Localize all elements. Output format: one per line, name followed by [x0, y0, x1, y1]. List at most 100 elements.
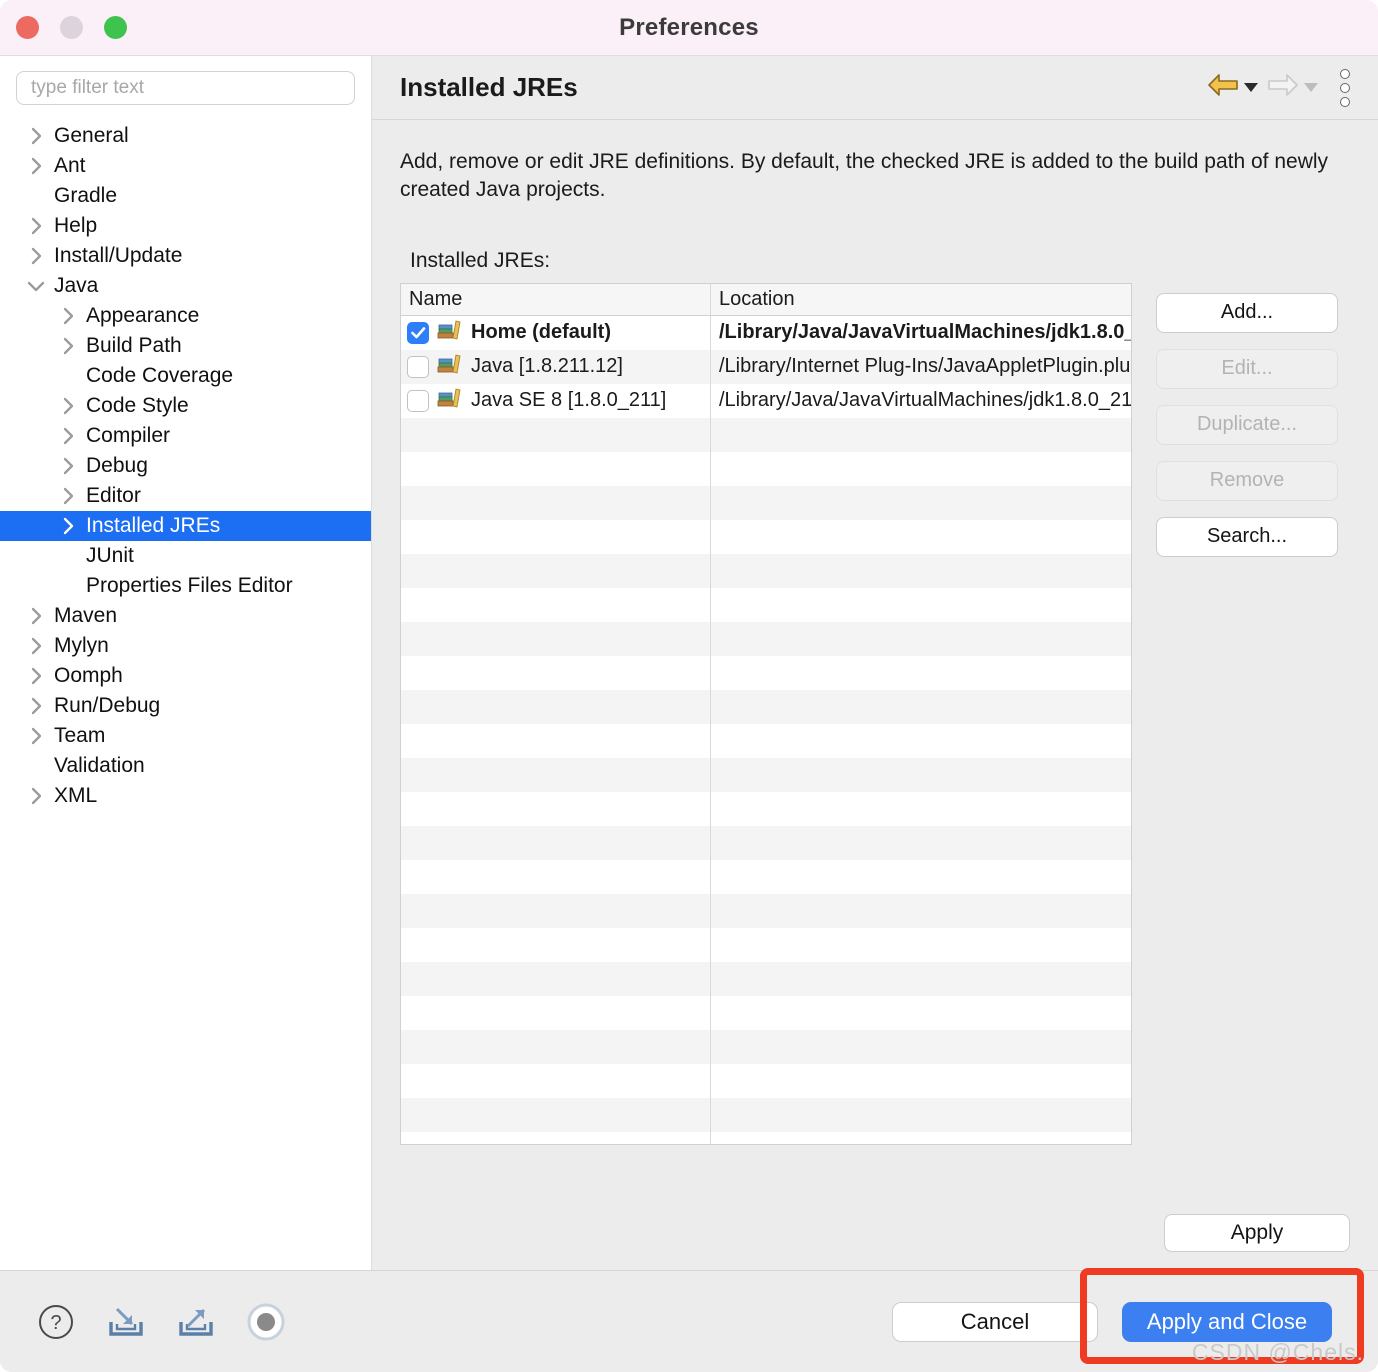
- chevron-right-icon[interactable]: [22, 247, 50, 265]
- sidebar-item-label: Java: [50, 274, 98, 298]
- sidebar-item-compiler[interactable]: Compiler: [0, 421, 371, 451]
- jre-name-cell: [401, 1064, 711, 1098]
- jre-name-cell: [401, 928, 711, 962]
- column-header-name[interactable]: Name: [401, 284, 711, 315]
- help-icon[interactable]: ?: [34, 1300, 78, 1344]
- sidebar-item-mylyn[interactable]: Mylyn: [0, 631, 371, 661]
- export-icon[interactable]: [174, 1300, 218, 1344]
- table-empty-row: [401, 792, 1131, 826]
- sidebar-item-ant[interactable]: Ant: [0, 151, 371, 181]
- chevron-right-icon[interactable]: [54, 457, 82, 475]
- chevron-right-icon[interactable]: [54, 427, 82, 445]
- jre-default-checkbox[interactable]: [407, 322, 429, 344]
- jre-name-cell: [401, 622, 711, 656]
- sidebar-item-label: Editor: [82, 484, 141, 508]
- sidebar-item-appearance[interactable]: Appearance: [0, 301, 371, 331]
- sidebar-item-label: Appearance: [82, 304, 199, 328]
- sidebar-item-debug[interactable]: Debug: [0, 451, 371, 481]
- chevron-right-icon[interactable]: [54, 337, 82, 355]
- chevron-right-icon[interactable]: [22, 157, 50, 175]
- filter-input[interactable]: [16, 71, 355, 105]
- forward-dropdown-caret[interactable]: [1304, 83, 1318, 92]
- sidebar-item-junit[interactable]: JUnit: [0, 541, 371, 571]
- jre-location-cell: [711, 588, 1131, 622]
- chevron-right-icon[interactable]: [22, 127, 50, 145]
- sidebar-item-label: Ant: [50, 154, 86, 178]
- import-icon[interactable]: [104, 1300, 148, 1344]
- chevron-down-icon[interactable]: [22, 280, 50, 293]
- jre-name-cell: [401, 860, 711, 894]
- record-icon[interactable]: [244, 1300, 288, 1344]
- search-button[interactable]: Search...: [1156, 517, 1338, 557]
- page-description: Add, remove or edit JRE definitions. By …: [400, 148, 1350, 205]
- chevron-right-icon[interactable]: [54, 517, 82, 535]
- sidebar-item-general[interactable]: General: [0, 121, 371, 151]
- footer-buttons: Cancel Apply and Close: [892, 1302, 1354, 1342]
- jre-location-cell: [711, 792, 1131, 826]
- back-dropdown-caret[interactable]: [1244, 83, 1258, 92]
- chevron-right-icon[interactable]: [22, 607, 50, 625]
- chevron-right-icon[interactable]: [22, 637, 50, 655]
- sidebar-item-oomph[interactable]: Oomph: [0, 661, 371, 691]
- jre-name-cell: [401, 792, 711, 826]
- sidebar-item-install-update[interactable]: Install/Update: [0, 241, 371, 271]
- traffic-lights: [16, 16, 127, 39]
- cancel-button[interactable]: Cancel: [892, 1302, 1098, 1342]
- minimize-window-button[interactable]: [60, 16, 83, 39]
- vertical-dots-icon[interactable]: [1340, 69, 1350, 107]
- table-empty-row: [401, 690, 1131, 724]
- sidebar-item-team[interactable]: Team: [0, 721, 371, 751]
- sidebar-item-validation[interactable]: Validation: [0, 751, 371, 781]
- sidebar-item-properties-files-editor[interactable]: Properties Files Editor: [0, 571, 371, 601]
- chevron-right-icon[interactable]: [22, 727, 50, 745]
- sidebar-item-code-style[interactable]: Code Style: [0, 391, 371, 421]
- table-row[interactable]: Java [1.8.211.12]/Library/Internet Plug-…: [401, 350, 1131, 384]
- jre-default-checkbox[interactable]: [407, 390, 429, 412]
- jre-name-cell: [401, 758, 711, 792]
- sidebar-item-code-coverage[interactable]: Code Coverage: [0, 361, 371, 391]
- preferences-window: Preferences General Ant GradleHelpInstall/…: [0, 0, 1378, 1372]
- jre-location-cell: [711, 520, 1131, 554]
- chevron-right-icon[interactable]: [54, 397, 82, 415]
- sidebar-item-xml[interactable]: XML: [0, 781, 371, 811]
- apply-and-close-button[interactable]: Apply and Close: [1122, 1302, 1332, 1342]
- chevron-right-icon[interactable]: [54, 307, 82, 325]
- table-body: Home (default)/Library/Java/JavaVirtualM…: [401, 316, 1131, 1145]
- window-titlebar: Preferences: [0, 0, 1378, 56]
- sidebar-item-maven[interactable]: Maven: [0, 601, 371, 631]
- jre-location-cell: [711, 452, 1131, 486]
- add-button[interactable]: Add...: [1156, 293, 1338, 333]
- sidebar-item-installed-jres[interactable]: Installed JREs: [0, 511, 371, 541]
- table-row[interactable]: Home (default)/Library/Java/JavaVirtualM…: [401, 316, 1131, 350]
- sidebar-item-run-debug[interactable]: Run/Debug: [0, 691, 371, 721]
- sidebar-item-editor[interactable]: Editor: [0, 481, 371, 511]
- sidebar-item-help[interactable]: Help: [0, 211, 371, 241]
- forward-button[interactable]: [1266, 72, 1318, 103]
- jre-location-cell: [711, 1030, 1131, 1064]
- chevron-right-icon[interactable]: [22, 787, 50, 805]
- jre-name-cell: [401, 452, 711, 486]
- table-empty-row: [401, 724, 1131, 758]
- chevron-right-icon[interactable]: [22, 217, 50, 235]
- table-row[interactable]: Java SE 8 [1.8.0_211]/Library/Java/JavaV…: [401, 384, 1131, 418]
- back-button[interactable]: [1206, 72, 1258, 103]
- jre-name-cell: [401, 894, 711, 928]
- chevron-right-icon[interactable]: [22, 697, 50, 715]
- table-empty-row: [401, 418, 1131, 452]
- chevron-right-icon[interactable]: [54, 487, 82, 505]
- apply-button[interactable]: Apply: [1164, 1214, 1350, 1252]
- sidebar-item-java[interactable]: Java: [0, 271, 371, 301]
- jre-location-cell: [711, 894, 1131, 928]
- maximize-window-button[interactable]: [104, 16, 127, 39]
- chevron-right-icon[interactable]: [22, 667, 50, 685]
- installed-jres-table[interactable]: Name Location Home (default)/Library/Jav…: [400, 283, 1132, 1145]
- sidebar-item-label: Properties Files Editor: [82, 574, 293, 598]
- jre-default-checkbox[interactable]: [407, 356, 429, 378]
- jre-books-icon: [437, 352, 463, 376]
- sidebar-item-gradle[interactable]: Gradle: [0, 181, 371, 211]
- sidebar-item-label: Code Style: [82, 394, 189, 418]
- column-header-location[interactable]: Location: [711, 284, 1131, 315]
- sidebar-item-build-path[interactable]: Build Path: [0, 331, 371, 361]
- close-window-button[interactable]: [16, 16, 39, 39]
- jre-name-cell: Java [1.8.211.12]: [401, 350, 711, 384]
